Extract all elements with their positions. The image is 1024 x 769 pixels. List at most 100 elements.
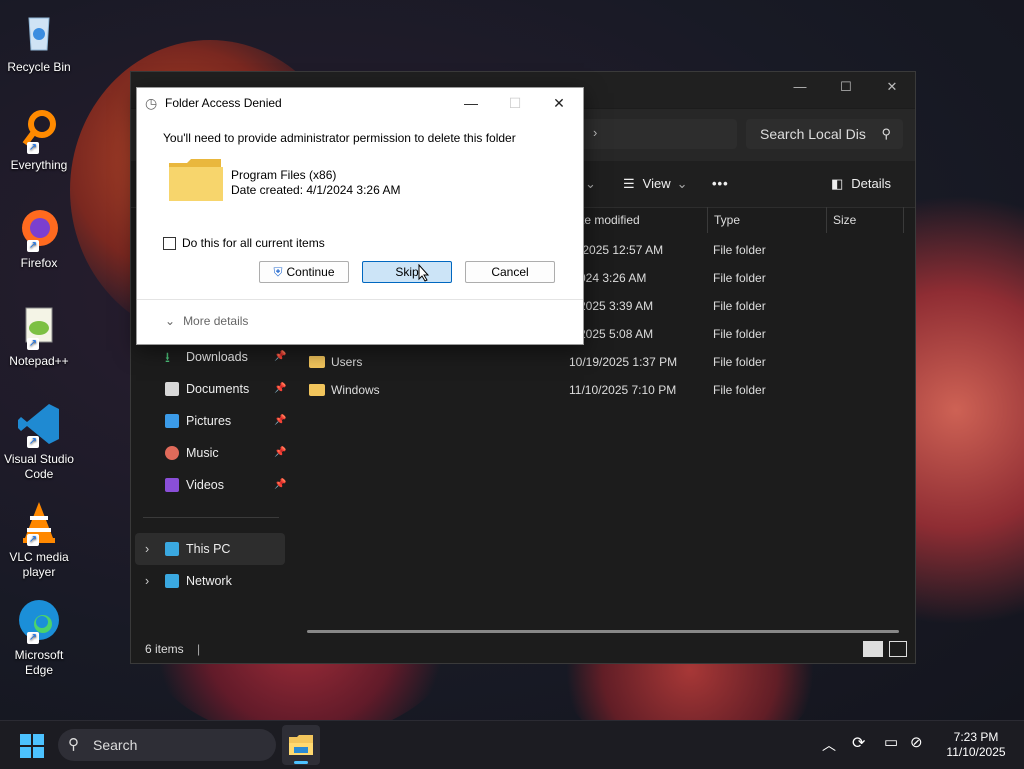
desktop-icon-vlc[interactable]: ↗ VLC media player — [2, 498, 76, 580]
nav-label: This PC — [186, 542, 231, 556]
view-button[interactable]: ☰ View ⌄ — [623, 161, 688, 207]
vscode-icon: ↗ — [15, 400, 63, 448]
desktop-icon-notepadpp[interactable]: ↗ Notepad++ — [2, 302, 76, 369]
skip-button[interactable]: Skip — [362, 261, 452, 283]
column-header-type[interactable]: Type — [707, 207, 824, 233]
search-input[interactable]: Search Local Dis ⚲ — [746, 119, 903, 149]
chevron-down-icon: ⌄ — [585, 176, 596, 191]
nav-label: Pictures — [186, 414, 232, 428]
nav-label: Network — [186, 574, 232, 588]
details-pane-icon: ◧ — [831, 176, 844, 191]
taskbar-search[interactable]: ⚲ Search — [58, 729, 276, 761]
nav-item-videos[interactable]: Videos 📌 — [131, 469, 287, 501]
download-icon: ⭳ — [165, 349, 170, 365]
desktop-icon-label: Recycle Bin — [7, 60, 71, 74]
horizontal-scrollbar[interactable] — [307, 630, 899, 633]
pin-icon: 📌 — [274, 447, 287, 458]
pin-icon: 📌 — [274, 415, 287, 426]
shortcut-arrow-icon: ↗ — [27, 534, 39, 546]
folder-access-denied-dialog: ◷ Folder Access Denied — ☐ ✕ You'll need… — [136, 87, 584, 345]
status-separator: | — [197, 642, 201, 656]
firefox-icon: ↗ — [15, 204, 63, 252]
more-details-toggle[interactable]: ⌄ More details — [165, 314, 248, 328]
dialog-close-button[interactable]: ✕ — [537, 88, 581, 118]
file-name: Users — [331, 355, 363, 369]
minimize-button[interactable]: — — [777, 72, 823, 102]
dialog-footer: ⌄ More details — [137, 299, 583, 344]
nav-item-this-pc[interactable]: › This PC — [135, 533, 285, 565]
start-button[interactable] — [20, 734, 44, 758]
file-explorer-icon — [289, 735, 313, 755]
folder-icon — [309, 383, 325, 396]
column-header-size[interactable]: Size — [826, 207, 904, 233]
search-label: Search — [93, 737, 138, 753]
desktop-icon-vscode[interactable]: ↗ Visual Studio Code — [2, 400, 76, 482]
clock[interactable]: 7:23 PM 11/10/2025 — [940, 730, 1012, 760]
desktop-icon-label: VLC media player — [9, 550, 69, 579]
see-more-button[interactable]: ••• — [712, 161, 729, 207]
view-icon: ☰ — [623, 176, 635, 191]
file-date: 11/10/2025 7:10 PM — [569, 383, 677, 397]
item-date: Date created: 4/1/2024 3:26 AM — [231, 183, 401, 197]
item-count: 6 items — [145, 642, 184, 656]
skip-label: Skip — [395, 265, 419, 279]
desktop-icon-edge[interactable]: ↗ Microsoft Edge — [2, 596, 76, 678]
chevron-right-icon: › — [145, 574, 150, 588]
cancel-button[interactable]: Cancel — [465, 261, 555, 283]
clock-date: 11/10/2025 — [946, 745, 1006, 759]
nav-label: Videos — [186, 478, 224, 492]
file-type: File folder — [713, 355, 766, 369]
dialog-minimize-button[interactable]: — — [449, 88, 493, 118]
file-type: File folder — [713, 271, 766, 285]
details-view-icon[interactable] — [863, 641, 883, 657]
display-icon[interactable]: ▭ — [884, 733, 898, 751]
nav-item-music[interactable]: Music 📌 — [131, 437, 287, 469]
maximize-button[interactable]: ☐ — [823, 72, 869, 102]
chevron-down-icon: ⌄ — [676, 176, 688, 191]
desktop-icon-label: Visual Studio Code — [4, 452, 74, 481]
apply-to-all-checkbox[interactable]: Do this for all current items — [163, 236, 325, 251]
address-bar[interactable]: › — [571, 119, 737, 149]
checkbox-box[interactable] — [163, 237, 176, 251]
pin-icon: 📌 — [274, 383, 287, 394]
chevron-down-icon: ⌄ — [165, 314, 176, 328]
dialog-message: You'll need to provide administrator per… — [163, 131, 516, 145]
shortcut-arrow-icon: ↗ — [27, 632, 39, 644]
desktop-icon-everything[interactable]: ↗ Everything — [2, 106, 76, 173]
nav-item-network[interactable]: › Network — [131, 565, 287, 597]
active-indicator — [294, 761, 308, 764]
taskbar-file-explorer[interactable] — [282, 725, 320, 765]
nav-item-documents[interactable]: Documents 📌 — [131, 373, 287, 405]
shortcut-arrow-icon: ↗ — [27, 436, 39, 448]
clock-time: 7:23 PM — [953, 730, 999, 744]
details-pane-button[interactable]: ◧ Details — [831, 161, 891, 207]
nav-item-pictures[interactable]: Pictures 📌 — [131, 405, 287, 437]
file-name: Windows — [331, 383, 380, 397]
chevron-up-icon[interactable]: ︿ — [822, 735, 836, 755]
file-row[interactable]: Users 10/19/2025 1:37 PM File folder — [291, 348, 907, 376]
column-header-date-modified[interactable]: te modified — [575, 207, 640, 233]
view-label: View — [642, 176, 671, 191]
desktop-icon-firefox[interactable]: ↗ Firefox — [2, 204, 76, 271]
computer-icon — [165, 542, 179, 556]
desktop-icon-recycle-bin[interactable]: Recycle Bin — [2, 8, 76, 75]
large-icons-view-icon[interactable] — [889, 641, 907, 657]
edge-icon: ↗ — [15, 596, 63, 644]
file-name-cell: Users — [309, 348, 362, 376]
continue-label: Continue — [286, 265, 335, 279]
file-date: 10/19/2025 1:37 PM — [569, 355, 678, 369]
sync-icon[interactable]: ⟳ — [852, 733, 865, 753]
cancel-label: Cancel — [491, 265, 529, 279]
dialog-title: Folder Access Denied — [165, 96, 282, 110]
file-type: File folder — [713, 383, 766, 397]
file-row[interactable]: Windows 11/10/2025 7:10 PM File folder — [291, 376, 907, 404]
network-icon — [165, 574, 179, 588]
documents-icon — [165, 382, 179, 396]
nav-item-downloads[interactable]: ⭳ Downloads 📌 — [131, 341, 287, 373]
file-type: File folder — [713, 327, 766, 341]
desktop-icon-label: Everything — [10, 158, 68, 172]
close-button[interactable]: ✕ — [869, 72, 915, 102]
network-offline-icon[interactable]: ⊘ — [910, 733, 923, 751]
continue-button[interactable]: ⛨ Continue — [259, 261, 349, 283]
shortcut-arrow-icon: ↗ — [27, 240, 39, 252]
